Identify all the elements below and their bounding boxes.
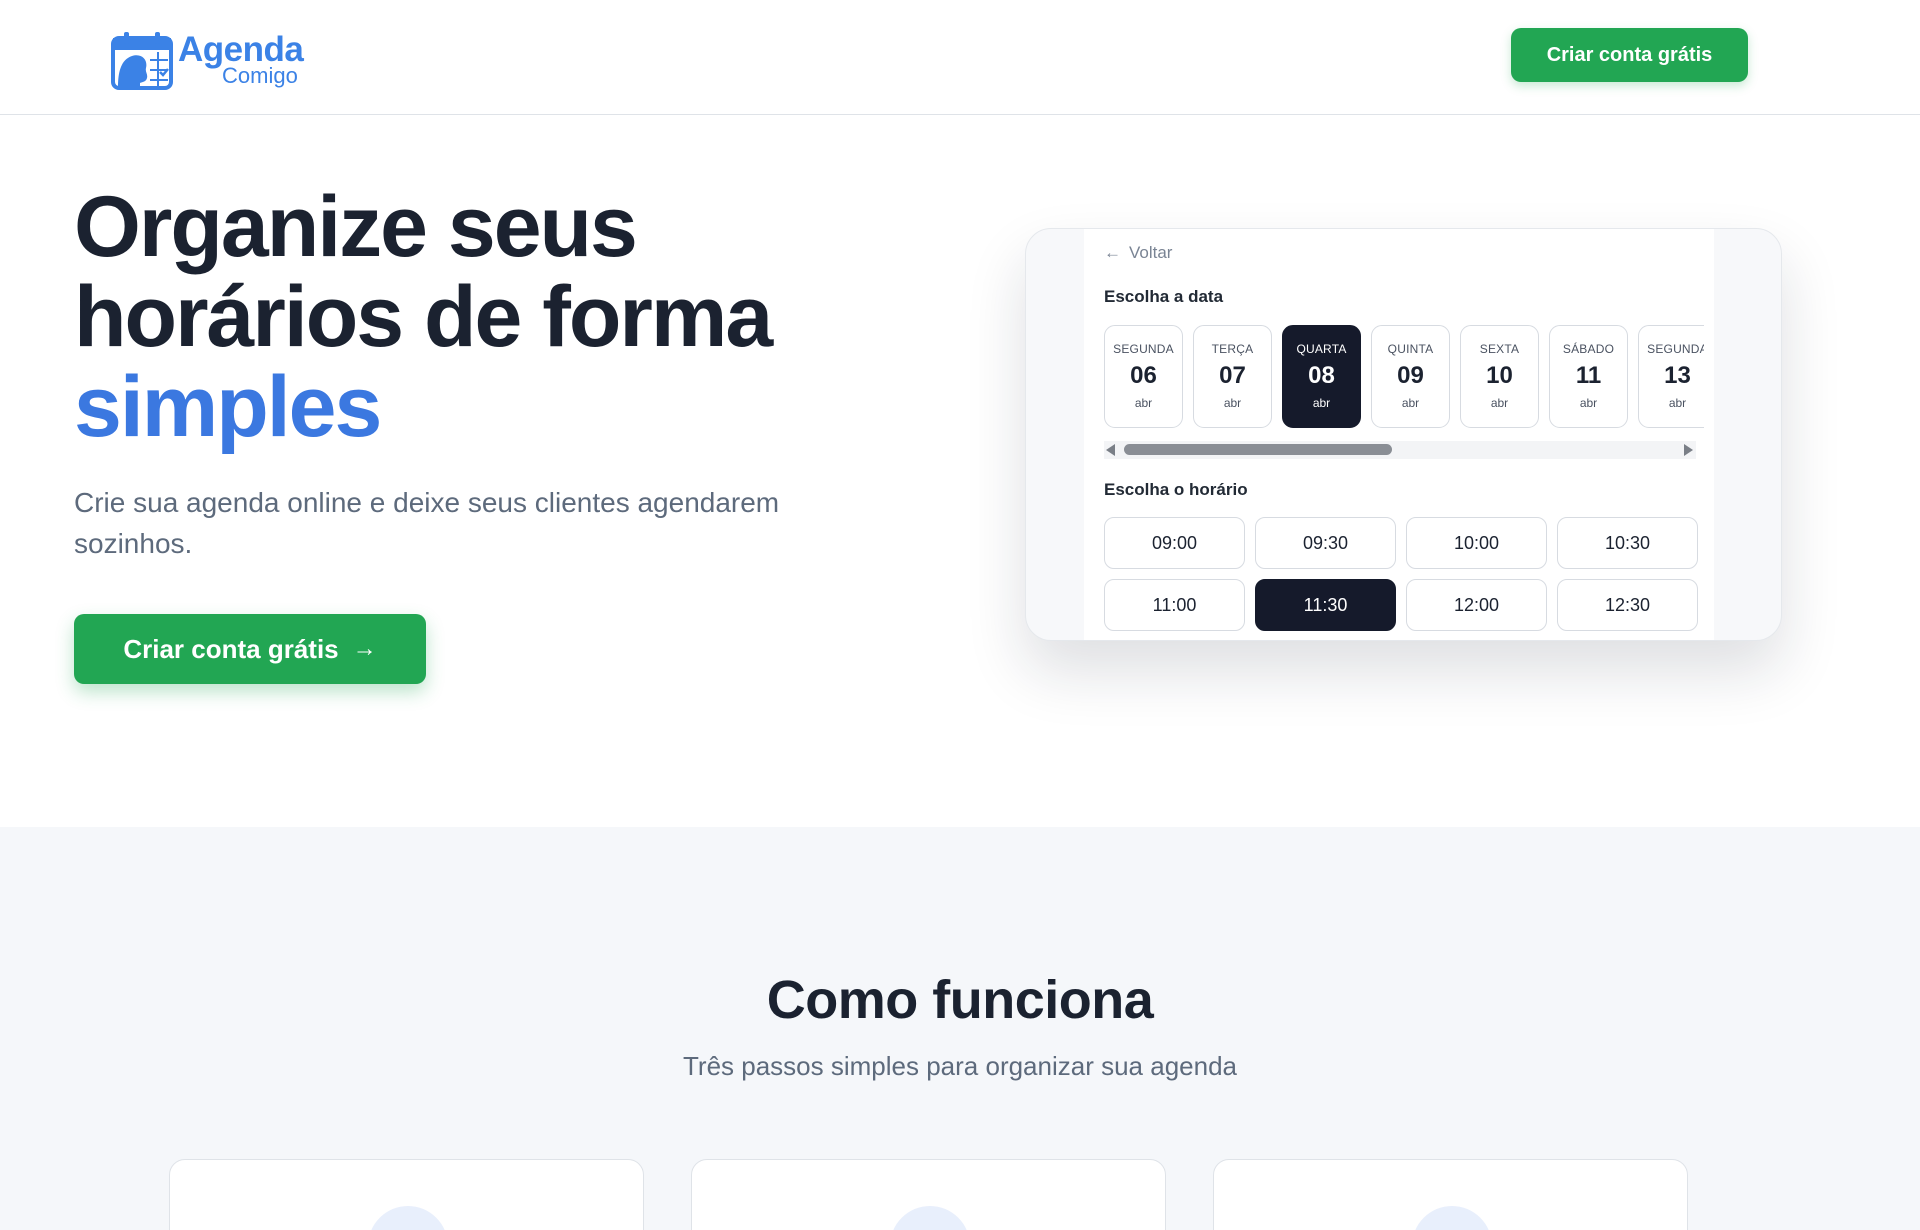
date-option[interactable]: SÁBADO 11 abr (1549, 325, 1628, 428)
scroll-right-icon[interactable] (1684, 444, 1693, 456)
date-option[interactable]: QUINTA 09 abr (1371, 325, 1450, 428)
date-weekday: SÁBADO (1562, 342, 1615, 356)
hero-title: Organize seus horários de forma simples (74, 182, 874, 452)
step-card-1 (169, 1159, 644, 1230)
step-icon-circle (1412, 1206, 1492, 1230)
date-weekday: TERÇA (1211, 342, 1254, 356)
hero-signup-label: Criar conta grátis (123, 633, 339, 664)
date-month: abr (1312, 396, 1331, 410)
date-picker: SEGUNDA 06 abr TERÇA 07 abr QUARTA 08 abr QUINTA 0… (1104, 325, 1704, 429)
booking-preview-card: ← Voltar Escolha a data SEGUNDA 06 abr TERÇ… (1025, 228, 1782, 641)
time-slot-grid: 09:00 09:30 10:00 10:30 11:00 11:30 12:00 12:30 (1104, 517, 1704, 631)
back-label: Voltar (1129, 243, 1173, 262)
time-slot-button[interactable]: 12:30 (1557, 579, 1698, 631)
date-day: 07 (1219, 362, 1246, 389)
logo-subtitle: Comigo (222, 63, 298, 88)
booking-preview-panel: ← Voltar Escolha a data SEGUNDA 06 abr TERÇ… (1084, 229, 1714, 640)
hero-title-line-1: Organize seus (74, 179, 638, 275)
date-option[interactable]: SEXTA 10 abr (1460, 325, 1539, 428)
date-option[interactable]: SEGUNDA 06 abr (1104, 325, 1183, 428)
how-title: Como funciona (766, 970, 1154, 1030)
date-option[interactable]: QUARTA 08 abr (1282, 325, 1361, 428)
date-section-label: Escolha a data (1104, 287, 1224, 306)
time-slot-button[interactable]: 09:30 (1255, 517, 1396, 569)
date-month: abr (1490, 396, 1509, 410)
date-day: 09 (1397, 362, 1424, 389)
date-weekday: SEXTA (1479, 342, 1520, 356)
logo-wordmark: Agenda (178, 30, 304, 69)
header-signup-button[interactable]: Criar conta grátis (1511, 28, 1748, 82)
date-weekday: SEGUNDA (1113, 342, 1174, 356)
time-slot-button[interactable]: 11:00 (1104, 579, 1245, 631)
date-day: 06 (1130, 362, 1157, 389)
date-option[interactable]: SEGUNDA 13 abr (1638, 325, 1704, 428)
date-day: 11 (1575, 362, 1602, 389)
date-day: 08 (1308, 362, 1335, 389)
time-section-label: Escolha o horário (1104, 480, 1248, 499)
date-month: abr (1223, 396, 1242, 410)
date-month: abr (1668, 396, 1687, 410)
time-slot-button[interactable]: 10:00 (1406, 517, 1547, 569)
scrollbar-thumb[interactable] (1124, 444, 1392, 455)
step-card-3 (1213, 1159, 1688, 1230)
step-icon-circle (368, 1206, 448, 1230)
date-option[interactable]: TERÇA 07 abr (1193, 325, 1272, 428)
logo[interactable]: Agenda Comigo (110, 30, 304, 92)
scroll-left-icon[interactable] (1106, 444, 1115, 456)
date-day: 10 (1486, 362, 1513, 389)
how-it-works-section: Como funciona Três passos simples para o… (0, 827, 1920, 1230)
time-slot-button[interactable]: 11:30 (1255, 579, 1396, 631)
date-weekday: QUARTA (1296, 342, 1347, 356)
calendar-person-icon (111, 32, 173, 90)
site-header: Agenda Comigo Criar conta grátis (0, 0, 1920, 115)
how-subtitle: Três passos simples para organizar sua a… (683, 1051, 1237, 1081)
arrow-right-icon: → (352, 635, 377, 662)
date-month: abr (1579, 396, 1598, 410)
date-weekday: SEGUNDA (1647, 342, 1704, 356)
hero-title-line-2: horários de forma (74, 269, 773, 365)
hero-signup-button[interactable]: Criar conta grátis → (74, 614, 426, 684)
arrow-left-icon: ← (1104, 243, 1121, 262)
time-slot-button[interactable]: 09:00 (1104, 517, 1245, 569)
hero-subtitle: Crie sua agenda online e deixe seus clie… (74, 487, 780, 559)
date-day: 13 (1664, 362, 1691, 389)
time-slot-button[interactable]: 12:00 (1406, 579, 1547, 631)
date-month: abr (1401, 396, 1420, 410)
back-link[interactable]: ← Voltar (1104, 243, 1172, 263)
date-weekday: QUINTA (1387, 342, 1434, 356)
date-month: abr (1134, 396, 1153, 410)
step-icon-circle (890, 1206, 970, 1230)
hero-title-accent: simples (74, 359, 382, 455)
time-slot-button[interactable]: 10:30 (1557, 517, 1698, 569)
step-card-2 (691, 1159, 1166, 1230)
